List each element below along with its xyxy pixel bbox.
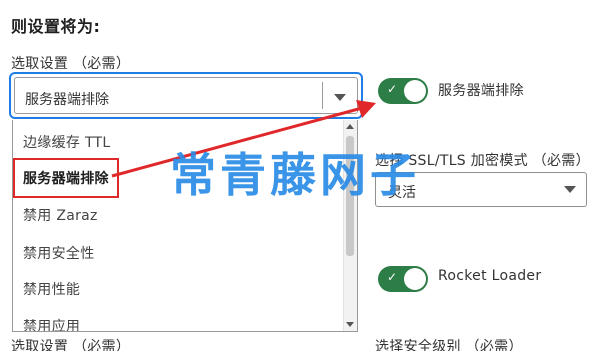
arrow-head bbox=[356, 100, 376, 118]
watermark-text: 常青藤网子 bbox=[170, 148, 420, 202]
